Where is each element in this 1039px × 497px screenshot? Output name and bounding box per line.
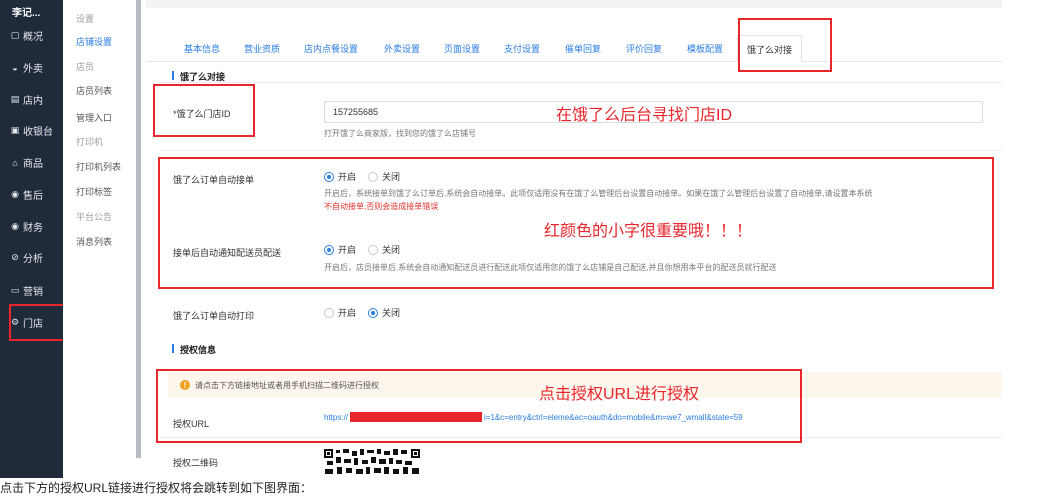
tab-business-license[interactable]: 营业资质 [244,42,280,55]
divider [160,82,1002,83]
tab-takeout-settings[interactable]: 外卖设置 [384,42,420,55]
store-id-hint: 打开饿了么商家版，找到您的饿了么店铺号 [324,129,476,138]
menu-item-print-label[interactable]: 打印标签 [76,185,112,198]
dashboard-icon: ▢ [10,30,20,40]
section-title-auth: 授权信息 [172,343,216,356]
sidebar-item-finance[interactable]: ◉ 财务 [10,219,43,234]
tab-page-settings[interactable]: 页面设置 [444,42,480,55]
store-name: 李记... [12,8,41,19]
auto-print-label: 饿了么订单自动打印 [173,311,255,321]
marketing-icon: ▭ [10,285,20,295]
menu-item-message-list[interactable]: 消息列表 [76,235,112,248]
settings-tabs: 基本信息 营业资质 店内点餐设置 外卖设置 页面设置 支付设置 催单回复 评价回… [146,30,1002,62]
finance-icon: ◉ [11,221,19,231]
sidebar-item-label: 商品 [23,159,43,170]
auth-qr-label: 授权二维码 [173,458,219,468]
dine-in-icon: ▤ [10,94,20,104]
top-bar [146,0,1002,8]
tab-template-config[interactable]: 模板配置 [687,42,723,55]
menu-group-notice: 平台公告 [76,212,113,222]
sidebar-item-takeout[interactable]: ◒ 外卖 [10,60,43,76]
sidebar-item-goods[interactable]: ⌂ 商品 [10,155,43,171]
sidebar-item-analysis[interactable]: ⊘ 分析 [10,250,43,265]
sidebar-item-cashier[interactable]: ▣ 收银台 [10,123,53,138]
annotation-box-auth-url [156,369,802,443]
secondary-menu: 设置 店铺设置 店员 店员列表 管理入口 打印机 打印机列表 打印标签 平台公告… [63,0,138,478]
analysis-icon: ⊘ [11,252,19,262]
tab-basic-info[interactable]: 基本信息 [184,42,220,55]
goods-icon: ⌂ [12,157,18,168]
annotation-store-id: 在饿了么后台寻找门店ID [556,107,733,124]
annotation-box-store-id [153,84,255,137]
menu-item-manage-entry[interactable]: 管理入口 [76,111,112,124]
caption-text: 点击下方的授权URL链接进行授权将会跳转到如下图界面： [0,481,313,495]
annotation-box-eleme-tab [738,18,832,72]
sidebar-item-label: 店内 [23,96,43,107]
tab-urge-reply[interactable]: 催单回复 [565,42,601,55]
sidebar-item-after-sale[interactable]: ◉ 售后 [10,187,43,202]
takeout-icon: ◒ [12,62,18,73]
sidebar-item-label: 收银台 [23,127,53,138]
menu-group-settings: 设置 [76,14,95,24]
sidebar-item-dine-in[interactable]: ▤ 店内 [10,92,43,107]
menu-item-clerk-list[interactable]: 店员列表 [76,84,112,97]
sidebar-item-label: 售后 [23,191,43,202]
menu-scrollbar[interactable] [136,0,141,458]
radio-checked-icon[interactable] [368,307,379,318]
tab-payment-settings[interactable]: 支付设置 [504,42,540,55]
cashier-icon: ▣ [10,125,20,135]
annotation-red-text: 红颜色的小字很重要哦！！！ [544,223,753,240]
main-sidebar: 李记... ▢ 概况 ◒ 外卖 ▤ 店内 ▣ 收银台 ⌂ 商品 ◉ 售后 ◉ 财务 ⊘ 分析 ▭… [0,0,63,478]
auto-print-on-option[interactable]: 开启 [324,306,356,319]
sidebar-item-label: 外卖 [23,64,43,75]
sidebar-item-label: 分析 [23,254,43,265]
qr-code-icon[interactable] [324,449,420,475]
menu-item-store-settings[interactable]: 店铺设置 [76,35,112,48]
menu-item-printer-list[interactable]: 打印机列表 [76,160,121,173]
annotation-auth-url: 点击授权URL进行授权 [539,386,700,403]
tab-dine-in-settings[interactable]: 店内点餐设置 [304,42,358,55]
auto-print-radio-group: 开启 关闭 [324,306,412,319]
sidebar-item-label: 财务 [23,223,43,234]
after-sale-icon: ◉ [11,189,19,199]
sidebar-item-marketing[interactable]: ▭ 营销 [10,283,43,298]
menu-group-clerk: 店员 [76,62,95,72]
sidebar-item-overview[interactable]: ▢ 概况 [10,28,43,43]
main-content: 基本信息 营业资质 店内点餐设置 外卖设置 页面设置 支付设置 催单回复 评价回… [146,0,1002,478]
auto-print-off-option[interactable]: 关闭 [368,306,400,319]
radio-unchecked-icon[interactable] [324,307,334,318]
divider [160,150,1002,151]
annotation-box-store-menu [9,304,65,341]
menu-group-printer: 打印机 [76,137,104,147]
sidebar-item-label: 营销 [23,287,43,298]
tab-review-reply[interactable]: 评价回复 [626,42,662,55]
sidebar-item-label: 概况 [23,32,43,43]
